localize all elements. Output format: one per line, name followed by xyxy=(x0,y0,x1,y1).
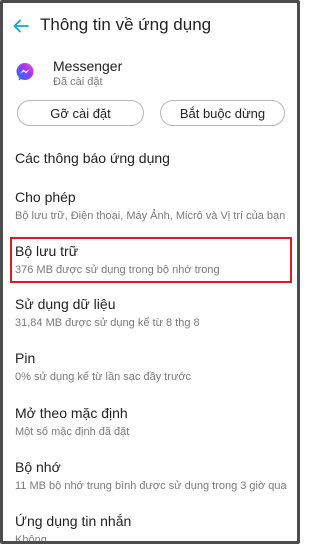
app-bar: Thông tin về ứng dụng xyxy=(3,3,297,51)
app-summary: Messenger Đã cài đặt xyxy=(3,58,297,94)
messenger-icon xyxy=(15,62,35,82)
setting-item-title: Các thông báo ứng dụng xyxy=(15,150,170,166)
setting-item-battery[interactable]: Pin 0% sử dụng kể từ lần sạc đầy trước xyxy=(15,350,285,383)
setting-item-open-by-default[interactable]: Mở theo mặc định Một số mặc định đã đặt xyxy=(15,405,285,438)
setting-item-memory[interactable]: Bộ nhớ 11 MB bộ nhớ trung bình được sử d… xyxy=(15,459,287,492)
setting-item-notifications[interactable]: Các thông báo ứng dụng xyxy=(15,150,285,166)
setting-item-title: Bộ lưu trữ xyxy=(15,243,79,259)
setting-item-subtitle: 0% sử dụng kể từ lần sạc đầy trước xyxy=(15,371,192,383)
setting-item-messaging-app[interactable]: Ứng dụng tin nhắn Không xyxy=(15,513,285,544)
setting-item-title: Sử dụng dữ liệu xyxy=(15,296,116,312)
setting-item-title: Mở theo mặc định xyxy=(15,405,128,421)
setting-item-subtitle: 376 MB được sử dụng trong bộ nhớ trong xyxy=(15,264,220,276)
back-arrow-icon[interactable] xyxy=(11,15,31,37)
app-info-screen: Thông tin về ứng dụng Messenger Đã cài đ… xyxy=(0,0,300,544)
setting-item-permissions[interactable]: Cho phép Bộ lưu trữ, Điện thoại, Máy Ảnh… xyxy=(15,189,285,222)
setting-item-subtitle: 31,84 MB được sử dụng kể từ 8 thg 8 xyxy=(15,317,200,329)
setting-item-subtitle: Không xyxy=(15,534,47,544)
uninstall-button[interactable]: Gỡ cài đặt xyxy=(17,100,144,126)
setting-item-title: Pin xyxy=(15,350,36,366)
page-title: Thông tin về ứng dụng xyxy=(40,15,212,34)
setting-item-title: Ứng dụng tin nhắn xyxy=(15,513,132,529)
setting-item-subtitle: Bộ lưu trữ, Điện thoại, Máy Ảnh, Micrô v… xyxy=(15,210,286,222)
app-install-status: Đã cài đặt xyxy=(53,76,103,88)
setting-item-title: Bộ nhớ xyxy=(15,459,61,475)
force-stop-button[interactable]: Bắt buộc dừng xyxy=(160,100,285,126)
setting-item-data-usage[interactable]: Sử dụng dữ liệu 31,84 MB được sử dụng kể… xyxy=(15,296,285,329)
setting-item-title: Cho phép xyxy=(15,189,76,205)
setting-item-subtitle: 11 MB bộ nhớ trung bình được sử dụng tro… xyxy=(15,480,287,492)
setting-item-subtitle: Một số mặc định đã đặt xyxy=(15,426,130,438)
setting-item-storage[interactable]: Bộ lưu trữ 376 MB được sử dụng trong bộ … xyxy=(15,243,285,276)
app-name: Messenger xyxy=(53,58,123,74)
